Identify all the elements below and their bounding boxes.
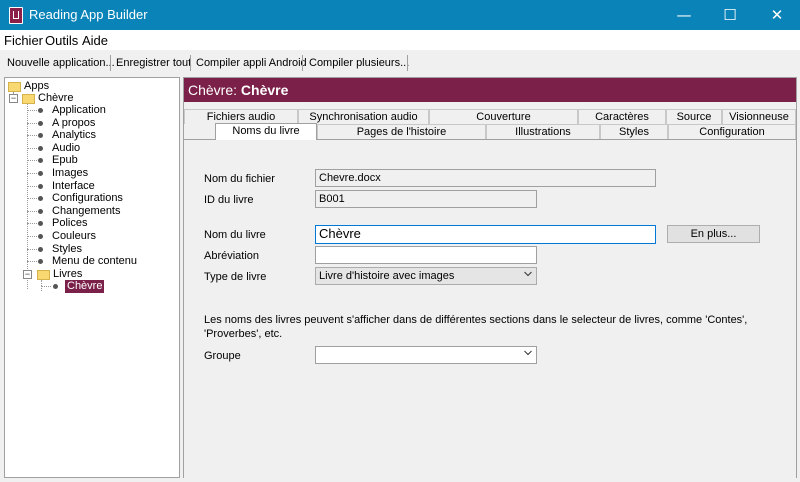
tree-bullet-icon bbox=[38, 133, 43, 138]
tree-line bbox=[27, 110, 37, 111]
tab-cover[interactable]: Couverture bbox=[429, 109, 578, 124]
book-id-field: B001 bbox=[315, 190, 537, 208]
tab-book-names[interactable]: Noms du livre bbox=[215, 123, 317, 140]
toolbar-separator bbox=[407, 55, 408, 71]
tab-source[interactable]: Source bbox=[666, 109, 722, 124]
tree-node-book-selected[interactable]: Chèvre bbox=[65, 280, 105, 293]
book-names-page: Nom du fichier Chevre.docx ID du livre B… bbox=[184, 139, 796, 478]
tab-viewer[interactable]: Visionneuse bbox=[722, 109, 796, 124]
title-bar: Reading App Builder — ☐ ✕ bbox=[0, 0, 800, 30]
tree-bullet-icon bbox=[38, 247, 43, 252]
tree-node-item[interactable]: Menu de contenu bbox=[52, 255, 137, 268]
tree-node-item[interactable]: Polices bbox=[52, 217, 87, 230]
tree-bullet-icon bbox=[38, 108, 43, 113]
tree-bullet-icon bbox=[38, 171, 43, 176]
chevron-down-icon bbox=[524, 271, 532, 277]
help-text-line1: Les noms des livres peuvent s'afficher d… bbox=[204, 314, 748, 326]
maximize-button[interactable]: ☐ bbox=[707, 0, 753, 30]
book-name-label: Nom du livre bbox=[204, 229, 266, 241]
window-title: Reading App Builder bbox=[29, 7, 148, 22]
collapse-icon[interactable]: − bbox=[23, 270, 32, 279]
save-all-button[interactable]: Enregistrer tout bbox=[113, 53, 194, 73]
tree-line bbox=[27, 123, 37, 124]
tree-node-item[interactable]: Configurations bbox=[52, 192, 123, 205]
toolbar: Nouvelle application... Enregistrer tout… bbox=[0, 51, 800, 126]
toolbar-separator bbox=[110, 55, 111, 71]
tab-audio-sync[interactable]: Synchronisation audio bbox=[298, 109, 429, 124]
book-name-input[interactable]: Chèvre bbox=[315, 225, 656, 244]
project-tree[interactable]: Apps − Chèvre Application A propos Analyti… bbox=[4, 77, 180, 478]
tree-bullet-icon bbox=[38, 146, 43, 151]
folder-icon bbox=[37, 270, 50, 280]
tree-bullet-icon bbox=[38, 234, 43, 239]
tree-line bbox=[27, 173, 37, 174]
abbreviation-label: Abréviation bbox=[204, 250, 260, 262]
tree-line bbox=[27, 198, 37, 199]
tree-node-item[interactable]: Epub bbox=[52, 154, 78, 167]
book-id-label: ID du livre bbox=[204, 194, 254, 206]
editor-panel: Chèvre: Chèvre Fichiers audio Synchronis… bbox=[183, 77, 797, 478]
tree-bullet-icon bbox=[53, 284, 58, 289]
new-application-button[interactable]: Nouvelle application... bbox=[4, 53, 118, 73]
menu-tools[interactable]: Outils bbox=[45, 33, 78, 48]
minimize-button[interactable]: — bbox=[661, 0, 707, 30]
tree-bullet-icon bbox=[38, 158, 43, 163]
menu-help[interactable]: Aide bbox=[82, 33, 108, 48]
tab-audio-files[interactable]: Fichiers audio bbox=[184, 109, 298, 124]
tree-node-item[interactable]: Couleurs bbox=[52, 230, 96, 243]
tree-line bbox=[27, 186, 37, 187]
folder-icon bbox=[8, 82, 21, 92]
tab-styles[interactable]: Styles bbox=[600, 124, 668, 139]
book-type-value: Livre d'histoire avec images bbox=[319, 270, 455, 282]
close-button[interactable]: ✕ bbox=[754, 0, 800, 30]
tree-line bbox=[27, 249, 37, 250]
tree-line bbox=[27, 160, 37, 161]
tree-line bbox=[27, 223, 37, 224]
folder-icon bbox=[22, 94, 35, 104]
tree-line bbox=[27, 236, 37, 237]
tree-bullet-icon bbox=[38, 221, 43, 226]
collapse-icon[interactable]: − bbox=[9, 94, 18, 103]
abbreviation-input[interactable] bbox=[315, 246, 537, 264]
app-icon bbox=[9, 7, 23, 24]
tree-line bbox=[27, 261, 37, 262]
tree-node-item[interactable]: Images bbox=[52, 167, 88, 180]
help-text-line2: 'Proverbes', etc. bbox=[204, 328, 283, 340]
tree-bullet-icon bbox=[38, 259, 43, 264]
toolbar-separator bbox=[190, 55, 191, 71]
group-label: Groupe bbox=[204, 350, 241, 362]
tree-bullet-icon bbox=[38, 184, 43, 189]
header-prefix: Chèvre: bbox=[188, 82, 238, 98]
tab-story-pages[interactable]: Pages de l'histoire bbox=[317, 124, 486, 139]
tab-illustrations[interactable]: Illustrations bbox=[486, 124, 600, 139]
more-button[interactable]: En plus... bbox=[667, 225, 760, 243]
page-title: Chèvre: Chèvre bbox=[184, 78, 796, 102]
filename-label: Nom du fichier bbox=[204, 173, 275, 185]
tree-node-item[interactable]: Analytics bbox=[52, 129, 96, 142]
tree-node-item[interactable]: Application bbox=[52, 104, 106, 117]
tree-bullet-icon bbox=[38, 196, 43, 201]
toolbar-separator bbox=[302, 55, 303, 71]
tree-line bbox=[27, 135, 37, 136]
tree-bullet-icon bbox=[38, 209, 43, 214]
book-type-label: Type de livre bbox=[204, 271, 267, 283]
tree-line bbox=[41, 286, 51, 287]
group-select[interactable] bbox=[315, 346, 537, 364]
menu-bar: Fichier Outils Aide bbox=[0, 30, 800, 50]
header-book-name: Chèvre bbox=[240, 82, 289, 98]
tree-line bbox=[41, 280, 42, 286]
tab-characters[interactable]: Caractères bbox=[578, 109, 666, 124]
tree-line bbox=[27, 148, 37, 149]
menu-file[interactable]: Fichier bbox=[4, 33, 43, 48]
build-multiple-button[interactable]: Compiler plusieurs... bbox=[306, 53, 412, 73]
build-android-button[interactable]: Compiler appli Android bbox=[193, 53, 310, 73]
tab-configuration[interactable]: Configuration bbox=[668, 124, 796, 139]
chevron-down-icon bbox=[524, 350, 532, 356]
book-type-select[interactable]: Livre d'histoire avec images bbox=[315, 267, 537, 285]
filename-field: Chevre.docx bbox=[315, 169, 656, 187]
tree-bullet-icon bbox=[38, 121, 43, 126]
tree-line bbox=[27, 211, 37, 212]
